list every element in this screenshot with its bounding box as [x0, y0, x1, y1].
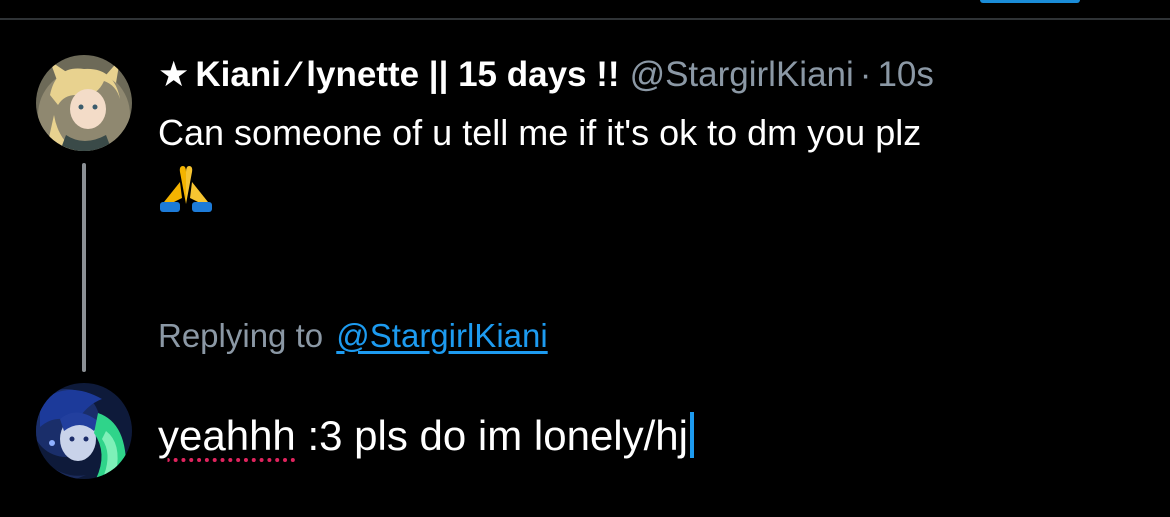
replying-to-handle-link[interactable]: @StargirlKiani — [336, 317, 547, 354]
original-author-avatar[interactable] — [36, 55, 132, 151]
replying-to-label: Replying to — [158, 317, 324, 354]
text-cursor — [690, 412, 694, 458]
replying-to-line: Replying to @StargirlKiani — [158, 314, 548, 358]
tweet-text: Can someone of u tell me if it's ok to d… — [158, 112, 922, 153]
star-icon: ★ — [158, 55, 190, 94]
tweet-timestamp[interactable]: 10s — [877, 55, 933, 94]
top-accent-bar — [980, 0, 1080, 3]
thread-connector-line — [82, 163, 86, 372]
folded-hands-icon — [158, 158, 214, 214]
current-user-avatar[interactable] — [36, 383, 132, 479]
top-divider — [0, 18, 1170, 20]
author-display-name[interactable]: Kiani ⁄ lynette || 15 days !! — [195, 55, 619, 94]
reply-compose-input[interactable]: yeahhh :3 pls do im lonely/hj — [158, 408, 694, 464]
author-handle[interactable]: @StargirlKiani — [630, 55, 854, 94]
separator-dot: · — [859, 55, 872, 94]
tweet-header: ★ Kiani ⁄ lynette || 15 days !! @StargirlK… — [158, 52, 934, 102]
misspelled-word[interactable]: yeahhh — [158, 412, 296, 459]
reply-draft-text: :3 pls do im lonely/hj — [295, 412, 688, 459]
